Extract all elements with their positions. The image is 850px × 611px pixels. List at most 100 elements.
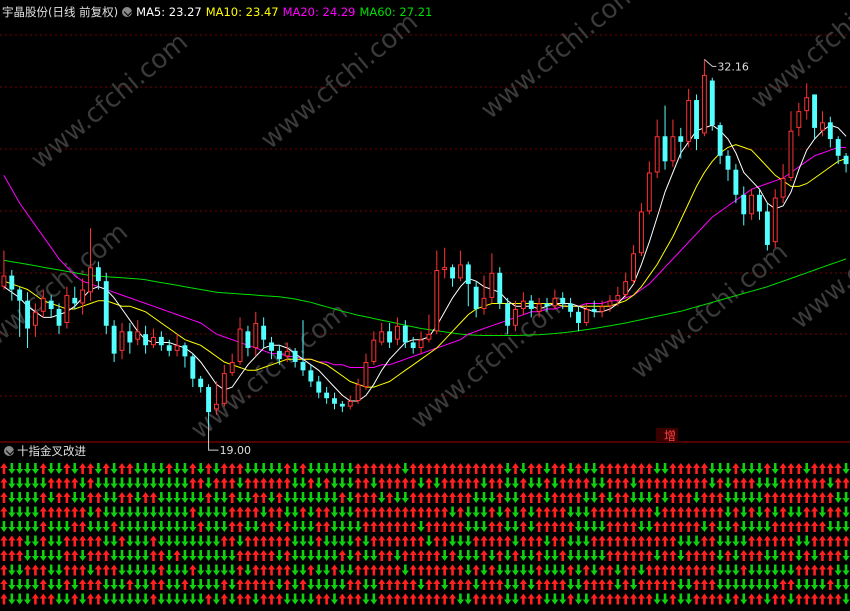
- up-arrow-icon: [818, 492, 827, 503]
- down-arrow-icon: [448, 535, 457, 547]
- up-arrow-icon: [204, 492, 213, 503]
- up-arrow-icon: [409, 550, 417, 561]
- up-arrow-icon: [779, 550, 787, 561]
- up-arrow-icon: [598, 593, 606, 605]
- up-arrow-icon: [519, 506, 527, 518]
- candle-body: [80, 289, 86, 304]
- down-arrow-icon: [31, 579, 40, 590]
- up-arrow-icon: [401, 506, 409, 518]
- up-arrow-icon: [39, 521, 47, 532]
- down-arrow-icon: [480, 506, 488, 518]
- down-arrow-icon: [126, 564, 134, 576]
- chevron-down-icon[interactable]: [4, 446, 14, 456]
- up-arrow-icon: [299, 579, 307, 590]
- up-arrow-icon: [425, 593, 433, 605]
- down-arrow-icon: [748, 521, 756, 532]
- stock-title[interactable]: 宇晶股份(日线 前复权): [2, 5, 118, 19]
- up-arrow-icon: [527, 593, 535, 605]
- up-arrow-icon: [8, 550, 16, 561]
- down-arrow-icon: [755, 463, 764, 474]
- down-arrow-icon: [220, 550, 228, 561]
- up-arrow-icon: [496, 477, 504, 489]
- candle-body: [780, 178, 786, 198]
- up-arrow-icon: [354, 550, 362, 561]
- candle-body: [804, 97, 810, 112]
- down-arrow-icon: [79, 492, 87, 503]
- down-arrow-icon: [189, 492, 197, 503]
- up-arrow-icon: [149, 550, 158, 561]
- up-arrow-icon: [598, 564, 606, 576]
- candle-body: [119, 331, 125, 351]
- down-arrow-icon: [842, 593, 850, 605]
- down-arrow-icon: [330, 550, 339, 561]
- candle-body: [686, 100, 692, 142]
- up-arrow-icon: [63, 492, 71, 503]
- down-arrow-icon: [567, 550, 575, 561]
- up-arrow-icon: [740, 564, 748, 576]
- up-arrow-icon: [771, 492, 779, 503]
- down-arrow-icon: [834, 579, 842, 590]
- up-arrow-icon: [39, 593, 47, 605]
- down-arrow-icon: [685, 579, 693, 590]
- down-arrow-icon: [456, 550, 465, 561]
- up-arrow-icon: [31, 564, 40, 576]
- up-arrow-icon: [299, 463, 307, 474]
- up-arrow-icon: [260, 550, 268, 561]
- down-arrow-icon: [425, 535, 433, 547]
- down-arrow-icon: [86, 564, 95, 576]
- up-arrow-icon: [228, 506, 236, 518]
- up-arrow-icon: [31, 593, 40, 605]
- down-arrow-icon: [8, 463, 16, 474]
- up-arrow-icon: [535, 579, 543, 590]
- up-arrow-icon: [362, 492, 370, 503]
- up-arrow-icon: [543, 579, 551, 590]
- up-arrow-icon: [63, 564, 71, 576]
- up-arrow-icon: [496, 593, 504, 605]
- down-arrow-icon: [220, 564, 228, 576]
- high-marker: [704, 58, 717, 67]
- up-arrow-icon: [669, 521, 677, 532]
- down-arrow-icon: [567, 463, 575, 474]
- down-arrow-icon: [31, 477, 40, 489]
- up-arrow-icon: [16, 550, 24, 561]
- down-arrow-icon: [527, 521, 535, 532]
- down-arrow-icon: [189, 550, 197, 561]
- up-arrow-icon: [252, 492, 260, 503]
- down-arrow-icon: [480, 477, 488, 489]
- down-arrow-icon: [118, 521, 126, 532]
- down-arrow-icon: [401, 492, 409, 503]
- up-arrow-icon: [401, 579, 409, 590]
- down-arrow-icon: [574, 564, 583, 576]
- candle-body: [284, 350, 290, 357]
- up-arrow-icon: [795, 521, 803, 532]
- down-arrow-icon: [417, 579, 425, 590]
- up-arrow-icon: [692, 521, 701, 532]
- up-arrow-icon: [645, 506, 653, 518]
- down-arrow-icon: [834, 521, 842, 532]
- down-arrow-icon: [212, 550, 221, 561]
- down-arrow-icon: [504, 550, 512, 561]
- up-arrow-icon: [448, 492, 457, 503]
- down-arrow-icon: [118, 593, 126, 605]
- down-arrow-icon: [142, 535, 150, 547]
- down-arrow-icon: [480, 492, 488, 503]
- down-arrow-icon: [79, 550, 87, 561]
- up-arrow-icon: [63, 550, 71, 561]
- indicator-title[interactable]: 十指金叉改进: [17, 444, 86, 458]
- up-arrow-icon: [480, 550, 488, 561]
- down-arrow-icon: [559, 564, 567, 576]
- up-arrow-icon: [417, 492, 425, 503]
- down-arrow-icon: [118, 506, 126, 518]
- chevron-down-icon[interactable]: [122, 7, 133, 17]
- up-arrow-icon: [637, 477, 646, 489]
- down-arrow-icon: [653, 550, 661, 561]
- down-arrow-icon: [842, 506, 850, 518]
- candle-body: [583, 309, 589, 323]
- up-arrow-icon: [126, 492, 134, 503]
- down-arrow-icon: [291, 477, 299, 489]
- up-arrow-icon: [197, 521, 205, 532]
- up-arrow-icon: [79, 579, 87, 590]
- down-arrow-icon: [204, 506, 213, 518]
- up-arrow-icon: [590, 593, 598, 605]
- up-arrow-icon: [86, 477, 95, 489]
